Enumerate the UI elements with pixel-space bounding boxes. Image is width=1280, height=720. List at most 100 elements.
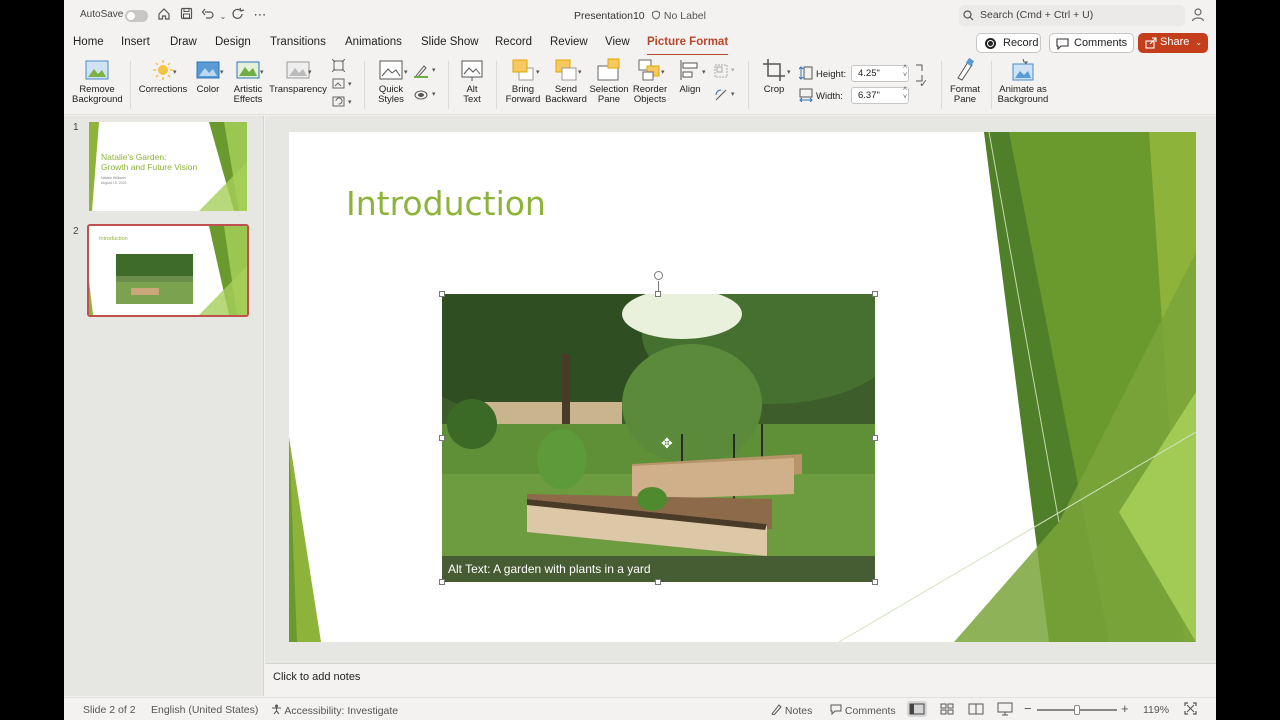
zoom-in-button[interactable]: + bbox=[1121, 701, 1129, 716]
transparency-button[interactable]: Transparency bbox=[269, 58, 327, 95]
quick-styles-dropdown-icon[interactable]: ▾ bbox=[404, 68, 408, 76]
tab-record[interactable]: Record bbox=[495, 36, 532, 48]
alt-text-button[interactable]: Alt Text bbox=[457, 58, 487, 105]
tab-animations[interactable]: Animations bbox=[345, 36, 402, 48]
tab-view[interactable]: View bbox=[605, 36, 630, 48]
quick-styles-button[interactable]: Quick Styles bbox=[370, 58, 412, 105]
selection-pane-button[interactable]: Selection Pane bbox=[589, 58, 629, 105]
slide-number: 2 bbox=[73, 226, 79, 237]
slide-title[interactable]: Introduction bbox=[346, 184, 546, 223]
group-dropdown-icon[interactable]: ▾ bbox=[731, 66, 735, 74]
language-indicator[interactable]: English (United States) bbox=[151, 704, 258, 716]
record-button[interactable]: Record bbox=[976, 33, 1041, 53]
height-stepper[interactable]: ˄ ˅ bbox=[903, 64, 907, 80]
notes-toggle[interactable]: Notes bbox=[770, 704, 812, 717]
current-slide[interactable]: Introduction Alt Text: A garden with pla… bbox=[289, 132, 1196, 642]
tab-insert[interactable]: Insert bbox=[121, 36, 150, 48]
rotate-handle[interactable] bbox=[654, 271, 663, 280]
rotate-icon[interactable] bbox=[714, 88, 728, 105]
autosave-toggle[interactable] bbox=[125, 10, 148, 22]
reorder-objects-dropdown-icon[interactable]: ▾ bbox=[661, 68, 665, 76]
change-picture-dropdown-icon[interactable]: ▾ bbox=[348, 80, 352, 88]
selection-pane-label: Selection Pane bbox=[589, 84, 629, 105]
crop-label: Crop bbox=[763, 84, 785, 95]
align-dropdown-icon[interactable]: ▾ bbox=[702, 68, 706, 76]
resize-handle-bottom-left[interactable] bbox=[439, 579, 445, 585]
resize-handle-left[interactable] bbox=[439, 435, 445, 441]
rotate-dropdown-icon[interactable]: ▾ bbox=[731, 90, 735, 98]
height-input[interactable]: 4.25" bbox=[851, 65, 909, 82]
artistic-effects-button[interactable]: Artistic Effects bbox=[228, 58, 268, 105]
format-pane-label: Format Pane bbox=[949, 84, 981, 105]
slide-show-view-button[interactable] bbox=[995, 701, 1015, 717]
comments-button-label: Comments bbox=[1074, 37, 1128, 49]
normal-view-button[interactable] bbox=[907, 701, 927, 717]
color-button[interactable]: Color bbox=[192, 58, 224, 95]
notes-pane[interactable]: Click to add notes bbox=[265, 663, 1216, 696]
tab-review[interactable]: Review bbox=[550, 36, 588, 48]
tab-design[interactable]: Design bbox=[215, 36, 251, 48]
remove-background-button[interactable]: Remove Background bbox=[72, 58, 123, 105]
artistic-effects-dropdown-icon[interactable]: ▾ bbox=[260, 68, 264, 76]
picture-border-dropdown-icon[interactable]: ▾ bbox=[432, 66, 436, 74]
zoom-slider-thumb[interactable] bbox=[1074, 705, 1080, 715]
reading-view-button[interactable] bbox=[966, 701, 986, 717]
reset-picture-icon[interactable] bbox=[332, 95, 345, 111]
reorder-objects-button[interactable]: Reorder Objects bbox=[630, 58, 670, 105]
zoom-level[interactable]: 119% bbox=[1143, 704, 1169, 716]
send-backward-dropdown-icon[interactable]: ▾ bbox=[578, 68, 582, 76]
sensitivity-label[interactable]: No Label bbox=[651, 10, 706, 22]
slide-sorter-view-button[interactable] bbox=[937, 701, 957, 717]
transparency-dropdown-icon[interactable]: ▾ bbox=[308, 68, 312, 76]
zoom-out-button[interactable]: − bbox=[1024, 701, 1032, 716]
resize-handle-bottom[interactable] bbox=[655, 579, 661, 585]
corrections-button[interactable]: Corrections bbox=[136, 58, 190, 95]
tab-draw[interactable]: Draw bbox=[170, 36, 197, 48]
crop-dropdown-icon[interactable]: ▾ bbox=[787, 68, 791, 76]
lock-aspect-checkbox[interactable]: ✓ bbox=[919, 77, 928, 90]
resize-handle-right[interactable] bbox=[872, 435, 878, 441]
resize-handle-top-left[interactable] bbox=[439, 291, 445, 297]
bring-forward-dropdown-icon[interactable]: ▾ bbox=[536, 68, 540, 76]
tab-slide-show[interactable]: Slide Show bbox=[421, 36, 479, 48]
fit-to-window-icon[interactable] bbox=[1184, 702, 1197, 718]
picture-border-icon[interactable] bbox=[414, 64, 428, 81]
slide-thumbnail-1[interactable]: Natalie's Garden: Growth and Future Visio… bbox=[89, 122, 247, 211]
undo-icon[interactable] bbox=[200, 7, 216, 23]
tab-home[interactable]: Home bbox=[73, 36, 104, 48]
align-button[interactable]: Align bbox=[672, 58, 708, 95]
color-dropdown-icon[interactable]: ▾ bbox=[220, 68, 224, 76]
search-box[interactable]: Search (Cmd + Ctrl + U) bbox=[959, 5, 1185, 26]
tab-picture-format[interactable]: Picture Format bbox=[647, 36, 729, 56]
more-icon[interactable]: ⋯ bbox=[252, 7, 268, 23]
align-label: Align bbox=[679, 84, 701, 95]
garden-photo[interactable]: Alt Text: A garden with plants in a yard bbox=[442, 294, 875, 582]
send-backward-button[interactable]: Send Backward bbox=[544, 58, 588, 105]
redo-icon[interactable] bbox=[230, 7, 246, 23]
account-icon[interactable] bbox=[1191, 7, 1205, 26]
slide-thumbnail-2[interactable]: Introduction bbox=[87, 224, 249, 317]
tab-transitions[interactable]: Transitions bbox=[270, 36, 326, 48]
undo-dropdown-icon[interactable]: ⌄ bbox=[215, 9, 231, 25]
change-picture-icon[interactable] bbox=[332, 77, 345, 93]
picture-effects-dropdown-icon[interactable]: ▾ bbox=[432, 90, 436, 98]
corrections-dropdown-icon[interactable]: ▾ bbox=[173, 68, 177, 76]
comments-button[interactable]: Comments bbox=[1049, 33, 1134, 53]
group-icon[interactable] bbox=[714, 64, 728, 81]
home-icon[interactable] bbox=[156, 7, 172, 23]
width-stepper[interactable]: ˄ ˅ bbox=[903, 86, 907, 102]
crop-button[interactable]: Crop bbox=[757, 58, 791, 95]
compress-pictures-icon[interactable] bbox=[331, 58, 346, 75]
resize-handle-bottom-right[interactable] bbox=[872, 579, 878, 585]
reset-picture-dropdown-icon[interactable]: ▾ bbox=[348, 98, 352, 106]
share-button[interactable]: Share ⌄ bbox=[1138, 33, 1208, 53]
format-pane-button[interactable]: Format Pane bbox=[946, 58, 984, 105]
comments-toggle[interactable]: Comments bbox=[830, 704, 896, 717]
picture-effects-icon[interactable] bbox=[414, 88, 428, 105]
resize-handle-top-right[interactable] bbox=[872, 291, 878, 297]
save-icon[interactable] bbox=[178, 7, 194, 23]
accessibility-checker[interactable]: Accessibility: Investigate bbox=[271, 704, 398, 717]
width-input[interactable]: 6.37" bbox=[851, 87, 909, 104]
bring-forward-button[interactable]: Bring Forward bbox=[501, 58, 545, 105]
animate-as-background-button[interactable]: Animate as Background bbox=[996, 58, 1050, 105]
